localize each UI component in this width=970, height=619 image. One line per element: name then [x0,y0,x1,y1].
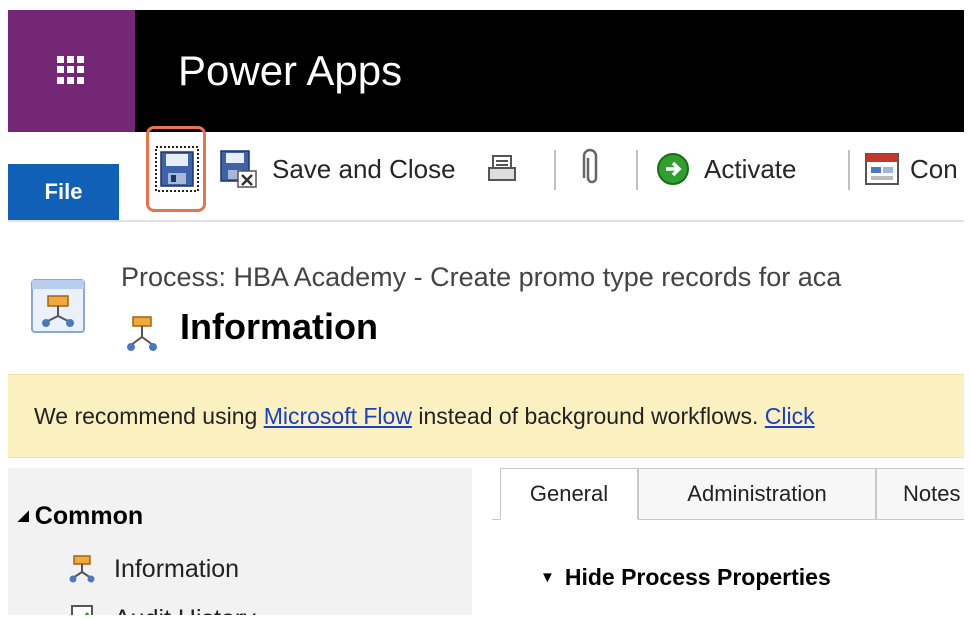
tab-strip: General Administration Notes [492,468,964,520]
command-ribbon: File Save and Close Activate Con [8,126,964,220]
ribbon-separator [848,150,850,190]
save-and-close-button[interactable]: Save and Close [218,146,456,192]
process-step-icon [127,316,157,351]
process-icon [31,279,85,333]
click-here-link[interactable]: Click [765,403,815,429]
tab-notes[interactable]: Notes [876,468,964,520]
ribbon-separator [636,150,638,190]
app-launcher-button[interactable] [8,10,135,132]
nav-item-audit-history[interactable]: Audit History [68,604,256,615]
nav-item-label: Information [114,554,240,583]
convert-icon [865,153,899,185]
activate-icon [657,153,689,185]
save-and-close-label: Save and Close [272,153,456,184]
form-title: Information [180,306,378,347]
app-title: Power Apps [178,47,403,94]
file-tab[interactable]: File [8,164,119,220]
notification-banner: We recommend using Microsoft Flow instea… [8,374,964,458]
process-step-icon [69,555,95,583]
activate-label: Activate [704,153,797,184]
attach-icon[interactable] [580,146,602,192]
top-bar: Power Apps [8,10,964,132]
form-body: General Administration Notes ▼ Hide Proce… [492,468,964,615]
audit-history-icon [71,605,93,615]
print-icon[interactable] [486,146,518,192]
caret-down-icon: ▼ [540,569,555,586]
nav-group-label: Common [34,502,144,530]
collapse-triangle-icon: ◢ [18,507,29,523]
tab-general[interactable]: General [500,468,638,520]
nav-item-information[interactable]: Information [68,554,239,584]
banner-message: We recommend using Microsoft Flow instea… [34,403,815,430]
ribbon-separator [554,150,556,190]
tab-administration[interactable]: Administration [638,468,876,520]
banner-text-before: We recommend using [34,403,264,429]
nav-group-common[interactable]: ◢ Common [18,502,143,531]
convert-button[interactable]: Con [864,146,958,192]
hide-process-properties-toggle[interactable]: ▼ Hide Process Properties [540,564,831,591]
process-title: Process: HBA Academy - Create promo type… [121,262,842,292]
microsoft-flow-link[interactable]: Microsoft Flow [264,403,412,429]
waffle-icon [57,56,85,84]
ribbon-divider [8,220,964,222]
convert-label: Con [910,153,958,184]
section-toggle-label: Hide Process Properties [564,564,831,590]
save-and-close-icon [220,150,257,188]
activate-button[interactable]: Activate [656,146,797,192]
nav-item-label: Audit History [114,605,256,616]
navigation-sidebar: ◢ Common Information Audit History [8,468,472,615]
banner-text-after: instead of background workflows. [411,403,765,429]
app-window: Power Apps File Save and Close Activate … [8,10,964,615]
save-icon[interactable] [155,146,199,192]
